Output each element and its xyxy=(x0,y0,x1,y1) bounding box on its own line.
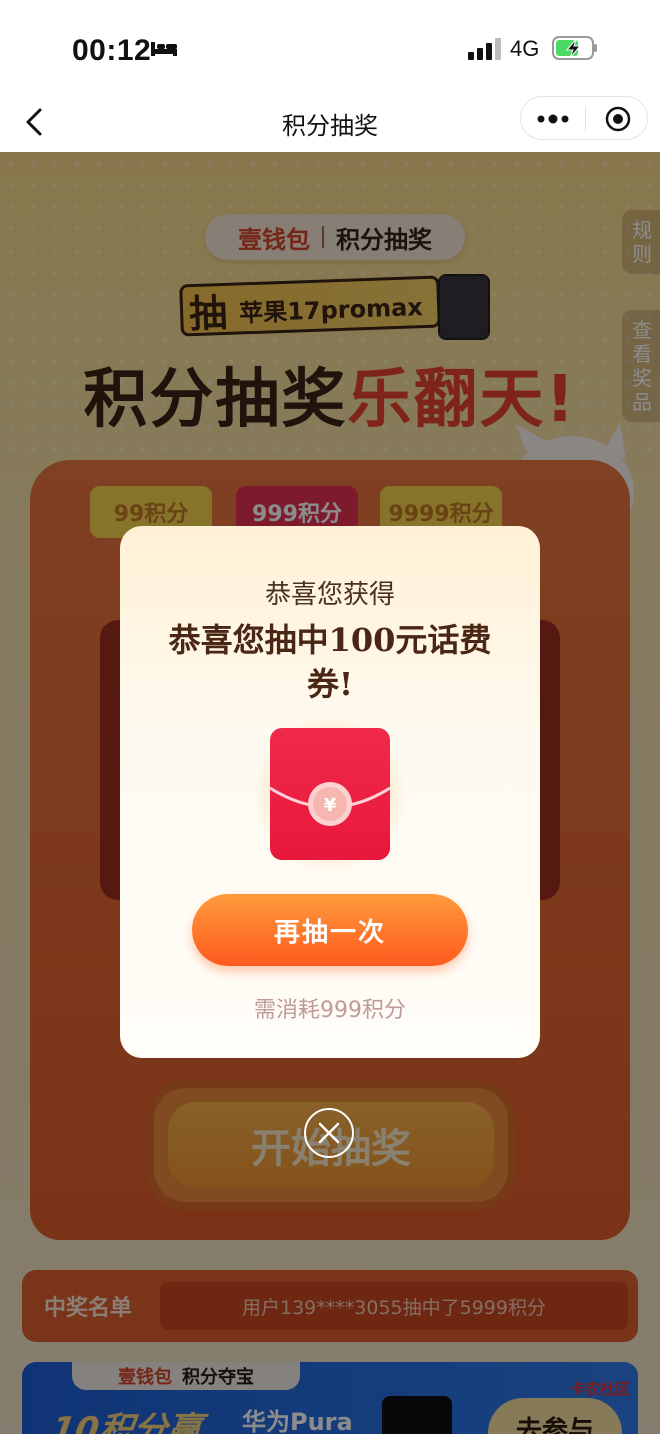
red-packet-icon: ¥ xyxy=(269,728,391,860)
miniprogram-capsule xyxy=(520,96,648,140)
capsule-divider xyxy=(585,107,586,131)
modal-subtitle: 恭喜您获得 xyxy=(264,580,395,610)
close-miniprogram-icon[interactable] xyxy=(605,106,631,132)
status-bar: 00:12 4G xyxy=(0,0,660,96)
svg-text:¥: ¥ xyxy=(324,795,337,816)
sleep-mode-icon xyxy=(151,42,177,56)
status-time: 00:12 xyxy=(72,34,152,67)
navigation-bar: 积分抽奖 xyxy=(0,96,660,152)
more-dots-icon[interactable] xyxy=(537,110,569,128)
battery-charging-icon xyxy=(552,36,597,60)
draw-again-button[interactable]: 再抽一次 xyxy=(192,894,468,966)
modal-title: 恭喜您抽中100元话费券! xyxy=(168,621,492,703)
signal-icon xyxy=(468,38,501,60)
prize-modal: 恭喜您获得 恭喜您抽中100元话费券! ¥ 再抽一次 需消耗999积分 xyxy=(120,526,540,1058)
cost-note: 需消耗999积分 xyxy=(254,998,406,1023)
close-icon xyxy=(318,1122,340,1144)
close-modal-button[interactable] xyxy=(304,1108,354,1158)
network-type: 4G xyxy=(510,36,540,61)
